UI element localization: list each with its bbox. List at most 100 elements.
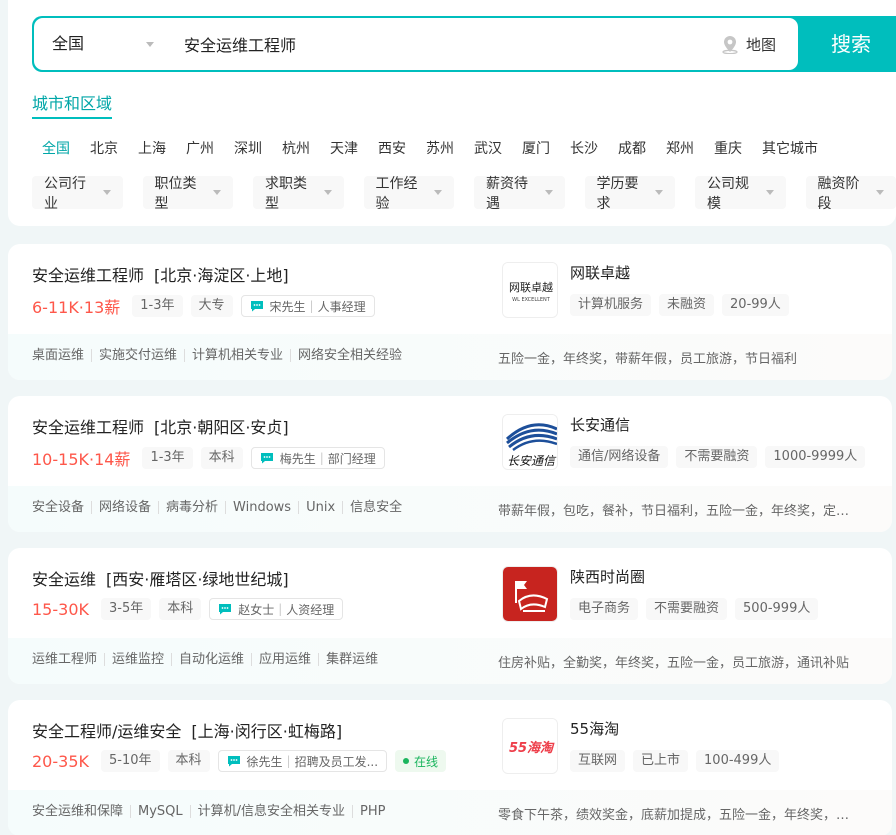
- skill-tag: 计算机/信息安全相关专业: [189, 805, 352, 818]
- welfare-text: 零食下午茶，绩效奖金，底薪加提成，五险一金，年终奖，带薪年假: [498, 808, 858, 823]
- city-option[interactable]: 长沙: [570, 138, 598, 158]
- map-button[interactable]: 地图: [720, 18, 776, 70]
- company-tag: 100-499人: [696, 750, 780, 772]
- city-option[interactable]: 厦门: [522, 138, 550, 158]
- card-footer: 桌面运维 实施交付运维 计算机相关专业 网络安全相关经验 五险一金，年终奖，带薪年假，…: [8, 334, 892, 380]
- chevron-down-icon: [655, 190, 663, 195]
- condition-dropdown[interactable]: 学历要求: [584, 176, 675, 212]
- boss-name: 梅先生: [279, 451, 316, 466]
- job-title[interactable]: 安全运维工程师 [北京·朝阳区·安贞]: [32, 414, 289, 438]
- company-logo[interactable]: [502, 566, 558, 622]
- city-option[interactable]: 重庆: [714, 138, 742, 158]
- condition-dropdown[interactable]: 薪资待遇: [474, 176, 565, 212]
- city-option[interactable]: 成都: [618, 138, 646, 158]
- company-tag: 未融资: [659, 294, 715, 316]
- tab-underline: [32, 117, 112, 119]
- job-title[interactable]: 安全运维 [西安·雁塔区·绿地世纪城]: [32, 566, 289, 590]
- condition-dropdown[interactable]: 公司规模: [695, 176, 786, 212]
- company-tags: 互联网 已上市 100-499人: [570, 750, 780, 772]
- city-option[interactable]: 郑州: [666, 138, 694, 158]
- filter-panel: 全国 地图 搜索 城市和区域 全国北京上海广州深圳杭州天津西安苏州武汉厦门长沙成…: [8, 0, 896, 226]
- skill-tag: 计算机相关专业: [184, 349, 290, 362]
- boss-name: 徐先生: [246, 754, 283, 769]
- skill-tag: 信息安全: [342, 501, 409, 514]
- job-card[interactable]: 安全运维工程师 [北京·海淀区·上地] 6-11K·13薪 1-3年 大专 宋先生…: [8, 244, 892, 380]
- experience-tag: 1-3年: [142, 447, 193, 469]
- job-card[interactable]: 安全运维工程师 [北京·朝阳区·安贞] 10-15K·14薪 1-3年 本科 梅先…: [8, 396, 892, 532]
- company-tag: 500-999人: [735, 598, 819, 620]
- company-logo[interactable]: 长安通信: [502, 414, 558, 470]
- boss-info[interactable]: 赵女士 | 人资经理: [209, 598, 344, 620]
- condition-dropdown[interactable]: 工作经验: [363, 176, 454, 212]
- condition-label: 公司行业: [44, 175, 86, 212]
- city-option[interactable]: 苏州: [426, 138, 454, 158]
- city-option[interactable]: 武汉: [474, 138, 502, 158]
- city-option[interactable]: 北京: [90, 138, 118, 158]
- skill-tag: 运维工程师: [32, 652, 98, 667]
- job-card[interactable]: 安全运维 [西安·雁塔区·绿地世纪城] 15-30K 3-5年 本科 赵女士 | …: [8, 548, 892, 684]
- card-footer: 安全设备 网络设备 病毒分析 Windows Unix 信息安全 带薪年假，包吃，餐补，节…: [8, 486, 892, 532]
- boss-info[interactable]: 徐先生 | 招聘及员工发...: [217, 750, 388, 772]
- search-button[interactable]: 搜索: [798, 16, 896, 72]
- boss-title: 人资经理: [286, 602, 335, 617]
- boss-info[interactable]: 梅先生 | 部门经理: [250, 447, 385, 469]
- company-name[interactable]: 陕西时尚圈: [570, 566, 645, 587]
- chat-icon: [250, 301, 263, 312]
- job-title[interactable]: 安全工程师/运维安全 [上海·闵行区·虹梅路]: [32, 718, 342, 742]
- divider: |: [286, 754, 291, 768]
- online-badge: 在线: [395, 750, 447, 772]
- skill-tag: 实施交付运维: [91, 349, 184, 362]
- chevron-down-icon: [323, 190, 332, 195]
- skill-tag: 集群运维: [318, 653, 385, 666]
- city-option[interactable]: 天津: [330, 138, 358, 158]
- city-option[interactable]: 杭州: [282, 138, 310, 158]
- job-name: 安全运维工程师: [32, 418, 145, 437]
- company-tag: 电子商务: [570, 598, 639, 620]
- map-label: 地图: [746, 35, 777, 54]
- card-footer: 安全运维和保障 MySQL 计算机/信息安全相关专业 PHP 零食下午茶，绩效奖金，底…: [8, 790, 892, 835]
- condition-label: 职位类型: [154, 175, 197, 212]
- card-footer: 运维工程师 运维监控 自动化运维 应用运维 集群运维 住房补贴，全勤奖，年终奖，五险一金…: [8, 638, 892, 684]
- condition-label: 薪资待遇: [486, 175, 528, 212]
- city-option[interactable]: 广州: [186, 138, 214, 158]
- job-card[interactable]: 安全工程师/运维安全 [上海·闵行区·虹梅路] 20-35K 5-10年 本科 徐…: [8, 700, 892, 835]
- logo-text: 长安通信: [507, 454, 557, 468]
- company-name[interactable]: 55海淘: [570, 718, 619, 739]
- job-title[interactable]: 安全运维工程师 [北京·海淀区·上地]: [32, 262, 289, 286]
- condition-dropdown[interactable]: 求职类型: [253, 176, 344, 212]
- welfare-text: 五险一金，年终奖，带薪年假，员工旅游，节日福利: [498, 352, 798, 367]
- city-option[interactable]: 上海: [138, 138, 166, 158]
- divider: |: [319, 451, 324, 465]
- skill-tag: Windows: [225, 501, 298, 514]
- condition-dropdown[interactable]: 融资阶段: [805, 176, 896, 212]
- search-input[interactable]: [184, 28, 704, 60]
- company-tag: 已上市: [633, 750, 689, 772]
- divider: |: [278, 602, 283, 616]
- skill-tag: 网络设备: [91, 501, 158, 514]
- boss-title: 人事经理: [317, 299, 366, 314]
- city-option[interactable]: 全国: [42, 138, 70, 158]
- skill-tags: 运维工程师 运维监控 自动化运维 应用运维 集群运维: [32, 653, 385, 666]
- condition-dropdown[interactable]: 公司行业: [32, 176, 123, 212]
- company-tag: 不需要融资: [646, 598, 728, 620]
- condition-dropdown[interactable]: 职位类型: [142, 176, 233, 212]
- city-option[interactable]: 其它城市: [762, 138, 818, 158]
- city-option[interactable]: 西安: [378, 138, 406, 158]
- city-option[interactable]: 深圳: [234, 138, 262, 158]
- company-name[interactable]: 网联卓越: [570, 262, 630, 283]
- job-info: 6-11K·13薪 1-3年 大专 宋先生 | 人事经理: [32, 294, 375, 318]
- company-logo[interactable]: 网联卓越 WL EXCELLENT: [502, 262, 558, 318]
- city-select[interactable]: 全国: [52, 18, 84, 70]
- company-logo[interactable]: 55海淘: [502, 718, 558, 774]
- education-tag: 本科: [159, 598, 202, 620]
- company-name[interactable]: 长安通信: [570, 414, 630, 435]
- company-tags: 通信/网络设备 不需要融资 1000-9999人: [570, 446, 866, 468]
- job-name: 安全运维工程师: [32, 266, 145, 285]
- skill-tag: 病毒分析: [158, 501, 225, 514]
- city-list: 全国 北京 上海 广州 深圳 杭州 天津 西安 苏州 武汉 厦门 长沙 成都 郑州 重庆 其它城市: [42, 138, 838, 158]
- job-info: 10-15K·14薪 1-3年 本科 梅先生 | 部门经理: [32, 446, 385, 470]
- skill-tag: 应用运维: [251, 653, 318, 666]
- boss-info[interactable]: 宋先生 | 人事经理: [240, 295, 375, 317]
- tab-city-region[interactable]: 城市和区域: [32, 90, 112, 114]
- chevron-down-icon[interactable]: [146, 42, 154, 47]
